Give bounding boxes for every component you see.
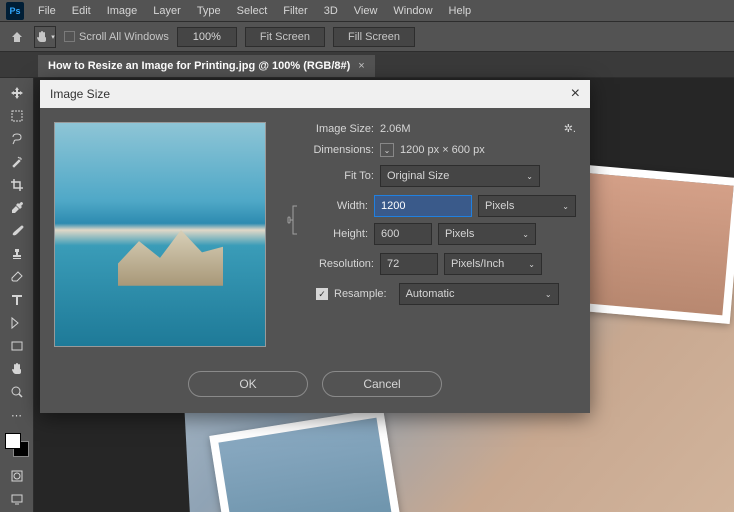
- home-icon[interactable]: [8, 28, 26, 46]
- resolution-label: Resolution:: [286, 258, 374, 270]
- stamp-tool-icon[interactable]: [5, 243, 29, 265]
- height-label: Height:: [302, 228, 368, 240]
- width-units-select[interactable]: Pixels⌄: [478, 195, 576, 217]
- resolution-units-select[interactable]: Pixels/Inch⌄: [444, 253, 542, 275]
- fit-screen-button[interactable]: Fit Screen: [245, 27, 325, 47]
- image-size-value: 2.06M: [380, 123, 411, 135]
- hand-tool-icon[interactable]: [5, 358, 29, 380]
- dialog-titlebar[interactable]: Image Size ×: [40, 80, 590, 108]
- lasso-tool-icon[interactable]: [5, 128, 29, 150]
- menu-edit[interactable]: Edit: [64, 5, 99, 17]
- dimensions-value: 1200 px × 600 px: [400, 144, 485, 156]
- menu-type[interactable]: Type: [189, 5, 229, 17]
- fit-to-label: Fit To:: [286, 170, 374, 182]
- height-units-select[interactable]: Pixels⌄: [438, 223, 536, 245]
- resample-select[interactable]: Automatic⌄: [399, 283, 559, 305]
- close-tab-icon[interactable]: ×: [358, 60, 364, 72]
- image-size-label: Image Size:: [286, 123, 374, 135]
- menu-view[interactable]: View: [346, 5, 386, 17]
- chevron-down-icon: ⌄: [528, 260, 535, 269]
- dimensions-dropdown[interactable]: ⌄: [380, 143, 394, 157]
- menubar: Ps File Edit Image Layer Type Select Fil…: [0, 0, 734, 22]
- move-tool-icon[interactable]: [5, 82, 29, 104]
- marquee-tool-icon[interactable]: [5, 105, 29, 127]
- preview-image: [54, 122, 266, 347]
- menu-layer[interactable]: Layer: [145, 5, 189, 17]
- crop-tool-icon[interactable]: [5, 174, 29, 196]
- chevron-down-icon: ⌄: [562, 202, 569, 211]
- close-icon[interactable]: ×: [571, 85, 580, 103]
- zoom-tool-icon[interactable]: [5, 381, 29, 403]
- brush-tool-icon[interactable]: [5, 220, 29, 242]
- chevron-down-icon: ⌄: [526, 172, 533, 181]
- menu-help[interactable]: Help: [441, 5, 480, 17]
- path-tool-icon[interactable]: [5, 312, 29, 334]
- options-bar: ▾ Scroll All Windows 100% Fit Screen Fil…: [0, 22, 734, 52]
- zoom-level[interactable]: 100%: [177, 27, 237, 47]
- menu-image[interactable]: Image: [99, 5, 146, 17]
- hand-tool-icon[interactable]: ▾: [34, 26, 56, 48]
- quickmask-icon[interactable]: [5, 465, 29, 487]
- image-size-form: Image Size: 2.06M ✲. Dimensions: ⌄ 1200 …: [286, 122, 576, 347]
- resolution-input[interactable]: [380, 253, 438, 275]
- color-swatches[interactable]: [5, 433, 29, 457]
- ok-button[interactable]: OK: [188, 371, 308, 397]
- height-input[interactable]: [374, 223, 432, 245]
- app-logo: Ps: [6, 2, 24, 20]
- dialog-title: Image Size: [50, 87, 110, 101]
- width-label: Width:: [302, 200, 368, 212]
- menu-select[interactable]: Select: [229, 5, 276, 17]
- width-input[interactable]: [374, 195, 472, 217]
- shape-tool-icon[interactable]: [5, 335, 29, 357]
- cancel-button[interactable]: Cancel: [322, 371, 442, 397]
- eraser-tool-icon[interactable]: [5, 266, 29, 288]
- resample-checkbox[interactable]: ✓: [316, 288, 328, 300]
- menu-3d[interactable]: 3D: [316, 5, 346, 17]
- more-tools-icon[interactable]: ⋯: [5, 404, 29, 426]
- document-tab[interactable]: How to Resize an Image for Printing.jpg …: [38, 55, 375, 77]
- menu-window[interactable]: Window: [385, 5, 440, 17]
- scroll-all-checkbox[interactable]: Scroll All Windows: [64, 31, 169, 43]
- dimensions-label: Dimensions:: [286, 144, 374, 156]
- eyedropper-tool-icon[interactable]: [5, 197, 29, 219]
- type-tool-icon[interactable]: [5, 289, 29, 311]
- link-icon[interactable]: [286, 195, 302, 245]
- document-tabs: How to Resize an Image for Printing.jpg …: [0, 52, 734, 78]
- wand-tool-icon[interactable]: [5, 151, 29, 173]
- resample-label: Resample:: [334, 288, 387, 300]
- fill-screen-button[interactable]: Fill Screen: [333, 27, 415, 47]
- tab-title: How to Resize an Image for Printing.jpg …: [48, 60, 350, 72]
- menu-file[interactable]: File: [30, 5, 64, 17]
- gear-icon[interactable]: ✲.: [564, 122, 576, 135]
- image-size-dialog: Image Size × Image Size: 2.06M ✲. Dimens…: [40, 80, 590, 413]
- screenmode-icon[interactable]: [5, 488, 29, 510]
- menu-filter[interactable]: Filter: [275, 5, 315, 17]
- chevron-down-icon: ⌄: [522, 230, 529, 239]
- tools-panel: ⋯: [0, 78, 34, 512]
- fit-to-select[interactable]: Original Size⌄: [380, 165, 540, 187]
- chevron-down-icon: ⌄: [545, 290, 552, 299]
